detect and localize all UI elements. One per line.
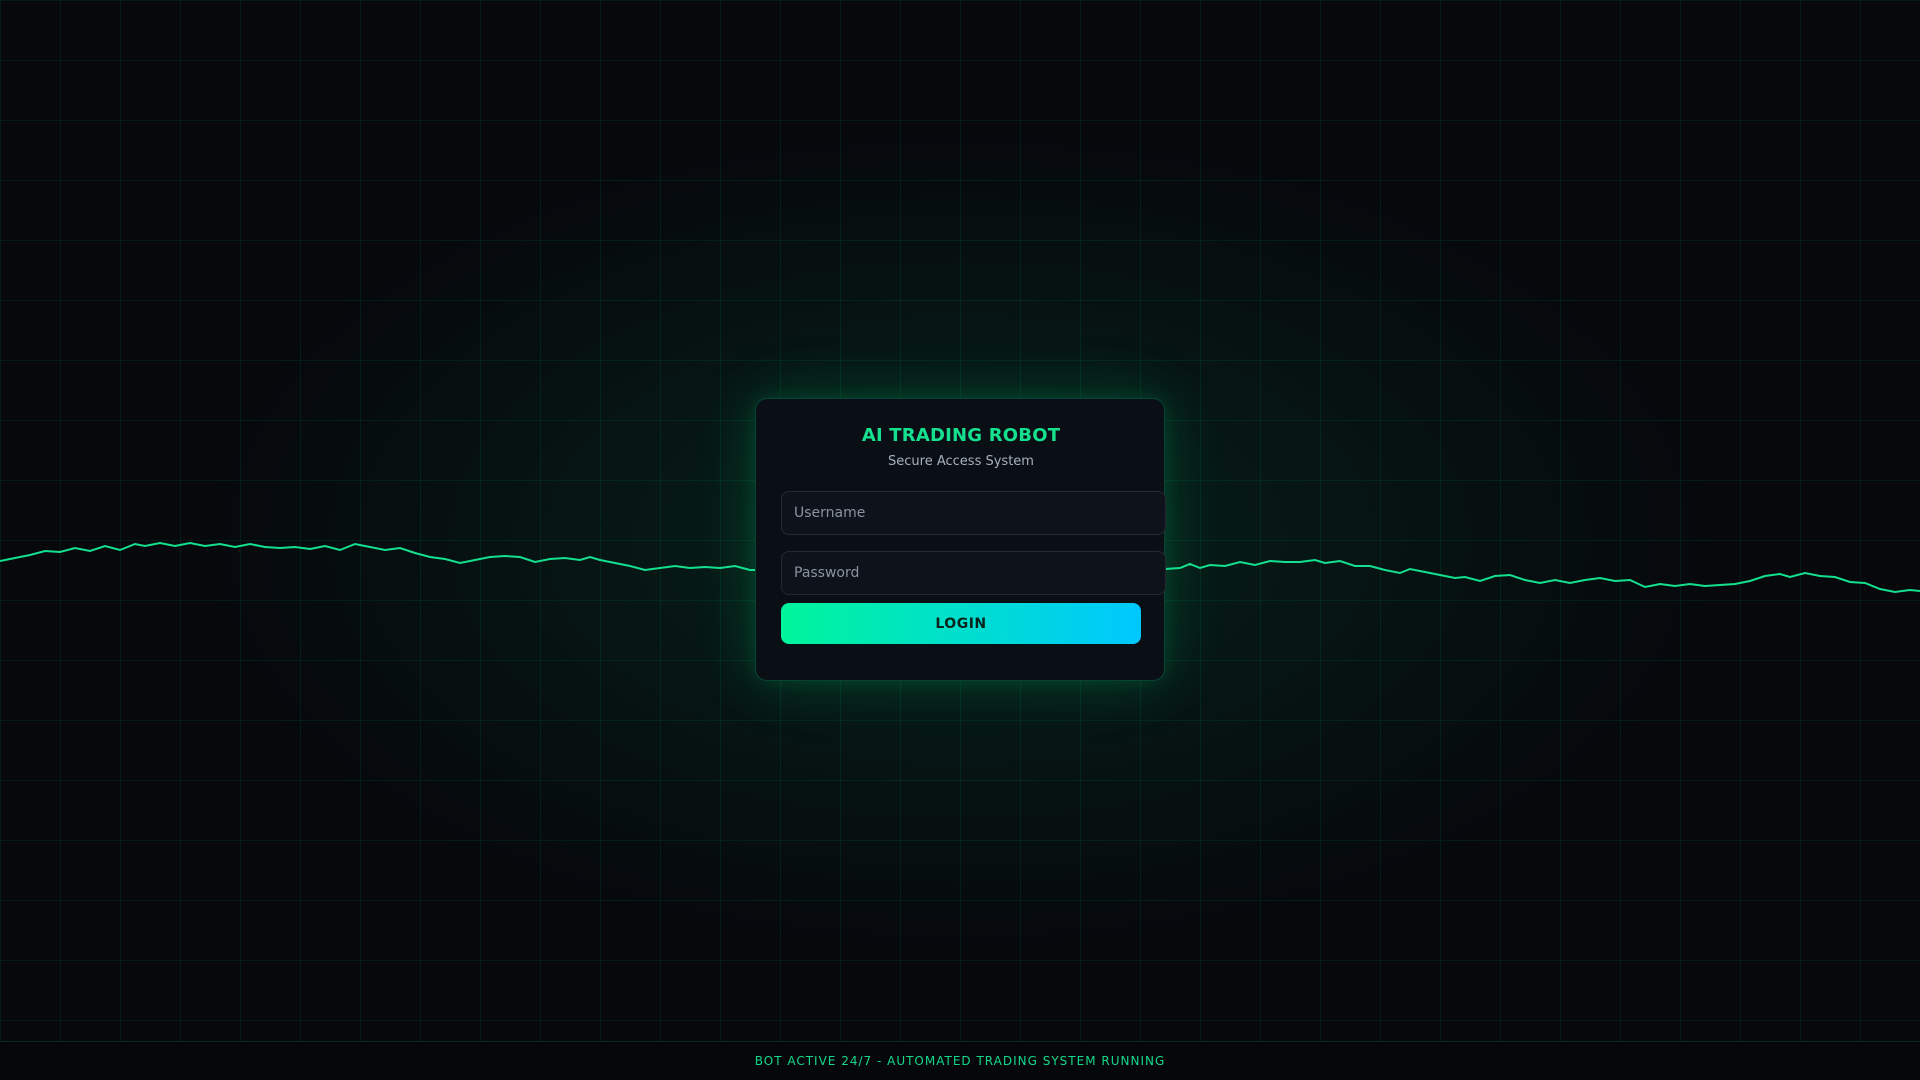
status-footer: BOT ACTIVE 24/7 - AUTOMATED TRADING SYST… [0, 1041, 1920, 1080]
bot-status-text: BOT ACTIVE 24/7 - AUTOMATED TRADING SYST… [754, 1054, 1166, 1068]
username-input[interactable] [781, 491, 1166, 535]
app-title: AI TRADING ROBOT [861, 425, 1061, 446]
app-subtitle: Secure Access System [888, 454, 1034, 469]
login-screen: AI TRADING ROBOT Secure Access System LO… [0, 0, 1920, 1080]
login-card: AI TRADING ROBOT Secure Access System LO… [755, 398, 1166, 681]
login-button[interactable]: LOGIN [781, 603, 1141, 644]
password-input[interactable] [781, 551, 1166, 595]
